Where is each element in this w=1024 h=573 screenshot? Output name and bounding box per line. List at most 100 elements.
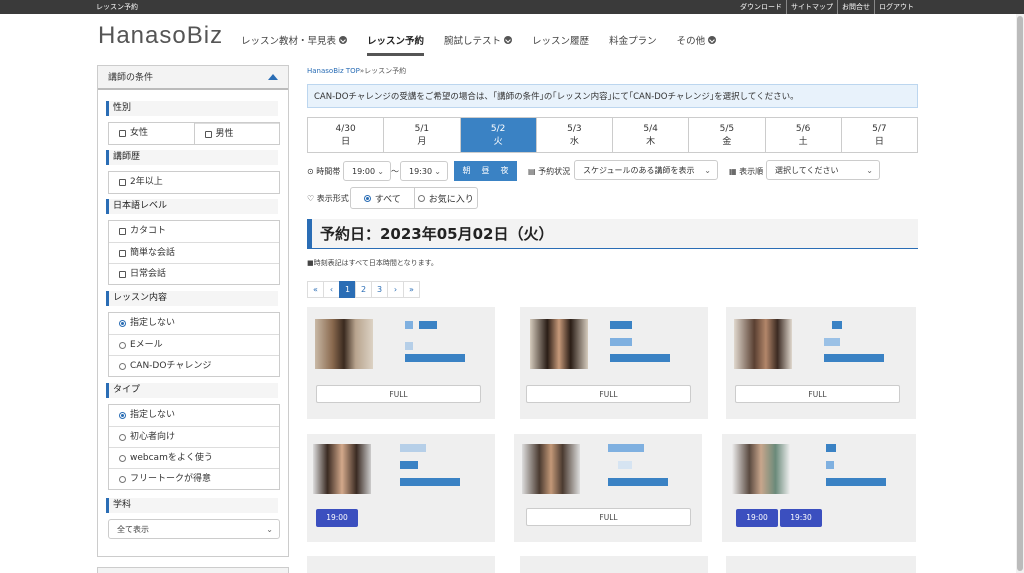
time-slot-button[interactable]: 19:00 — [316, 509, 358, 527]
teacher-card[interactable]: FULL — [307, 307, 495, 419]
checkbox-icon — [119, 179, 126, 186]
checkbox-simple[interactable]: 簡単な会話 — [109, 242, 279, 263]
chevron-down-icon — [339, 36, 348, 44]
section-gender: 性別 — [106, 101, 278, 116]
nav-pricing[interactable]: 料金プラン — [609, 26, 657, 54]
nav-other[interactable]: その他 — [677, 26, 717, 54]
info-redacted — [400, 478, 460, 486]
order-select[interactable]: 選択してください ⌄ — [766, 160, 880, 180]
radio-lesson-cando[interactable]: CAN-DOチャレンジ — [109, 355, 279, 376]
order-label: ▦ 表示順 — [729, 167, 764, 176]
teacher-card[interactable]: FULL — [726, 307, 916, 419]
main-nav: レッスン教材・早見表 レッスン予約 腕試しテスト レッスン履歴 料金プラン その… — [241, 26, 736, 56]
tab-day-0430[interactable]: 4/30 日 — [308, 118, 383, 152]
tab-day-0503[interactable]: 5/3 水 — [535, 118, 612, 152]
display-mode-toggle: すべて お気に入り — [350, 187, 478, 209]
chevron-down-icon — [504, 36, 513, 44]
subject-select[interactable]: 全て表示 ⌄ — [108, 519, 280, 539]
teacher-photo — [530, 319, 588, 369]
scrollbar-thumb[interactable] — [1017, 16, 1023, 571]
collapse-up-icon[interactable] — [268, 74, 278, 80]
breadcrumb: HanasoBiz TOP»レッスン予約 — [307, 67, 407, 75]
site-logo[interactable]: HanasoBiz — [98, 22, 223, 50]
radio-lesson-email[interactable]: Eメール — [109, 334, 279, 355]
info-redacted — [826, 478, 886, 486]
radio-icon — [119, 454, 126, 462]
full-badge: FULL — [526, 385, 691, 403]
teacher-card[interactable]: 19:00 19:30 — [722, 434, 916, 542]
tab-day-0506[interactable]: 5/6 土 — [764, 118, 841, 152]
nav-materials[interactable]: レッスン教材・早見表 — [241, 26, 348, 54]
checkbox-female[interactable]: 女性 — [109, 123, 195, 144]
checkbox-icon — [119, 130, 126, 137]
page-last[interactable]: » — [403, 281, 420, 298]
status-label: ▤ 予約状況 — [528, 167, 571, 176]
teacher-card[interactable] — [520, 556, 708, 573]
gender-options: 女性 男性 — [108, 122, 280, 145]
teacher-card[interactable]: FULL — [520, 307, 708, 419]
checkbox-katakoto[interactable]: カタコト — [109, 221, 279, 242]
time-slot-button[interactable]: 19:30 — [780, 509, 822, 527]
checkbox-daily[interactable]: 日常会話 — [109, 263, 279, 284]
chevron-down-icon: ⌄ — [434, 167, 441, 176]
scrollbar[interactable] — [1016, 14, 1024, 573]
time-slot-button[interactable]: 19:00 — [736, 509, 778, 527]
page-1[interactable]: 1 — [339, 281, 356, 298]
name-redacted — [419, 321, 437, 329]
section-lesson: レッスン内容 — [106, 291, 278, 306]
radio-type-freetalk[interactable]: フリートークが得意 — [109, 468, 279, 489]
calendar-icon: ▤ — [528, 167, 536, 176]
full-badge: FULL — [316, 385, 481, 403]
radio-icon — [119, 412, 126, 419]
contact-link[interactable]: お問合せ — [837, 0, 874, 14]
info-redacted — [824, 338, 840, 346]
info-redacted — [610, 338, 632, 346]
tab-day-0504[interactable]: 5/4 木 — [612, 118, 688, 152]
tab-day-0502[interactable]: 5/2 火 — [459, 118, 536, 152]
chevron-down-icon: ⌄ — [866, 166, 873, 175]
tab-day-0501[interactable]: 5/1 月 — [383, 118, 459, 152]
name-redacted — [608, 444, 644, 452]
logout-link[interactable]: ログアウト — [874, 0, 918, 14]
page-2[interactable]: 2 — [355, 281, 372, 298]
checkbox-icon — [119, 228, 126, 235]
page-first[interactable]: « — [307, 281, 324, 298]
nav-test[interactable]: 腕試しテスト — [444, 26, 513, 54]
radio-display-all[interactable]: すべて — [351, 188, 415, 208]
radio-display-favorite[interactable]: お気に入り — [415, 188, 478, 208]
radio-lesson-any[interactable]: 指定しない — [109, 313, 279, 334]
time-from-select[interactable]: 19:00 ⌄ — [343, 161, 391, 181]
status-select[interactable]: スケジュールのある講師を表示 ⌄ — [574, 160, 718, 180]
night-button[interactable]: 夜 — [501, 161, 509, 181]
radio-type-beginner[interactable]: 初心者向け — [109, 426, 279, 447]
radio-icon — [119, 433, 126, 441]
teacher-card[interactable] — [726, 556, 916, 573]
radio-type-any[interactable]: 指定しない — [109, 405, 279, 426]
tab-day-0505[interactable]: 5/5 金 — [688, 118, 764, 152]
chevron-down-icon: ⌄ — [377, 167, 384, 176]
checkbox-male[interactable]: 男性 — [194, 123, 279, 144]
radio-type-webcam[interactable]: webcamをよく使う — [109, 447, 279, 468]
nav-history[interactable]: レッスン履歴 — [532, 26, 589, 54]
page-3[interactable]: 3 — [371, 281, 388, 298]
morning-button[interactable]: 朝 — [463, 161, 471, 181]
download-link[interactable]: ダウンロード — [736, 0, 786, 14]
sidebar-header[interactable]: 講師の条件 — [98, 66, 288, 90]
page-next[interactable]: › — [387, 281, 404, 298]
tab-day-0507[interactable]: 5/7 日 — [840, 118, 917, 152]
info-redacted — [826, 461, 834, 469]
nav-reservation[interactable]: レッスン予約 — [367, 26, 425, 56]
teacher-card[interactable]: FULL — [514, 434, 702, 542]
sitemap-link[interactable]: サイトマップ — [786, 0, 837, 14]
section-type: タイプ — [106, 383, 278, 398]
radio-icon — [119, 362, 126, 370]
breadcrumb-home[interactable]: HanasoBiz TOP — [307, 67, 360, 75]
teacher-card[interactable]: 19:00 — [307, 434, 495, 542]
checkbox-2years[interactable]: 2年以上 — [109, 172, 279, 193]
time-to-select[interactable]: 19:30 ⌄ — [400, 161, 448, 181]
teacher-card[interactable] — [307, 556, 495, 573]
page-prev[interactable]: ‹ — [323, 281, 340, 298]
radio-icon — [417, 194, 425, 202]
noon-button[interactable]: 昼 — [482, 161, 490, 181]
teacher-photo — [734, 319, 792, 369]
